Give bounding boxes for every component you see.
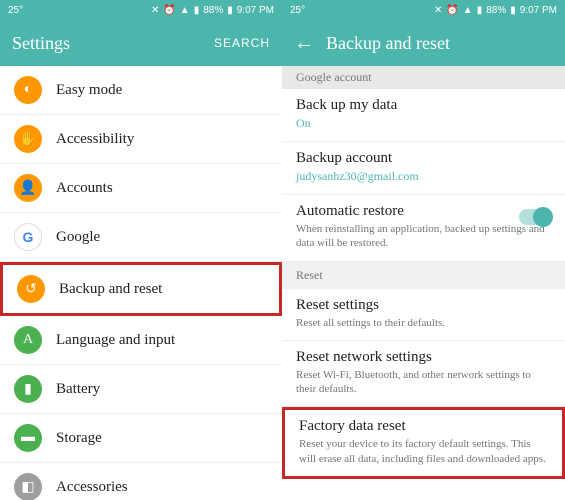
wifi-icon: ▲	[180, 5, 190, 16]
item-label: Storage	[56, 430, 102, 447]
item-label: Backup account	[296, 150, 551, 167]
item-label: Reset network settings	[296, 349, 551, 366]
page-title: Settings	[12, 33, 70, 54]
back-button[interactable]: ←	[294, 32, 314, 55]
item-label: Easy mode	[56, 82, 122, 99]
item-label: Accounts	[56, 180, 113, 197]
settings-header: Settings SEARCH	[0, 20, 282, 66]
accessibility-icon: ✋	[14, 125, 42, 153]
automatic-restore-toggle[interactable]	[519, 209, 551, 225]
item-label: Accessories	[56, 479, 128, 496]
settings-item-battery[interactable]: ▮ Battery	[0, 365, 282, 414]
google-account-subheader: Google account	[282, 66, 565, 89]
reset-settings-item[interactable]: Reset settings Reset all settings to the…	[282, 289, 565, 341]
page-title: Backup and reset	[326, 33, 450, 54]
settings-list: ◐ Easy mode ✋ Accessibility 👤 Accounts G…	[0, 66, 282, 500]
wifi-icon: ▲	[463, 5, 473, 16]
easy-mode-icon: ◐	[14, 76, 42, 104]
item-label: Reset settings	[296, 297, 551, 314]
settings-item-easy-mode[interactable]: ◐ Easy mode	[0, 66, 282, 115]
temp-indicator: 25°	[290, 5, 305, 16]
backup-account-item[interactable]: Backup account judysanhz30@gmail.com	[282, 142, 565, 195]
settings-item-backup-reset[interactable]: ↺ Backup and reset	[0, 262, 282, 316]
battery-icon: ▮	[227, 5, 233, 16]
storage-icon: ▬	[14, 424, 42, 452]
item-sub: Reset Wi-Fi, Bluetooth, and other networ…	[296, 368, 551, 397]
item-sub: Reset all settings to their defaults.	[296, 316, 551, 330]
item-label: Accessibility	[56, 131, 134, 148]
backup-list: Back up my data On Backup account judysa…	[282, 89, 565, 500]
reset-section-header: Reset	[282, 262, 565, 289]
settings-item-language[interactable]: A Language and input	[0, 316, 282, 365]
backup-icon: ↺	[17, 275, 45, 303]
accessories-icon: ◧	[14, 473, 42, 500]
signal-icon: ▮	[194, 5, 200, 16]
item-label: Automatic restore	[296, 203, 551, 220]
settings-item-accessibility[interactable]: ✋ Accessibility	[0, 115, 282, 164]
status-bar: 25° ✕ ⏰ ▲ ▮ 88% ▮ 9:07 PM	[0, 0, 282, 20]
factory-data-reset-item[interactable]: Factory data reset Reset your device to …	[282, 407, 565, 479]
battery-pct: 88%	[203, 5, 223, 16]
signal-icon: ▮	[477, 5, 483, 16]
automatic-restore-item[interactable]: Automatic restore When reinstalling an a…	[282, 195, 565, 262]
clock: 9:07 PM	[237, 5, 274, 16]
reset-network-item[interactable]: Reset network settings Reset Wi-Fi, Blue…	[282, 341, 565, 408]
item-label: Back up my data	[296, 97, 551, 114]
item-sub: When reinstalling an application, backed…	[296, 222, 551, 251]
status-bar: 25° ✕ ⏰ ▲ ▮ 88% ▮ 9:07 PM	[282, 0, 565, 20]
battery-icon: ▮	[14, 375, 42, 403]
item-label: Language and input	[56, 332, 175, 349]
alarm-icon: ⏰	[446, 5, 458, 16]
mute-icon: ✕	[151, 5, 159, 16]
alarm-icon: ⏰	[163, 5, 175, 16]
clock: 9:07 PM	[520, 5, 557, 16]
item-label: Google	[56, 229, 100, 246]
backup-reset-panel: 25° ✕ ⏰ ▲ ▮ 88% ▮ 9:07 PM ← Backup and r…	[282, 0, 565, 500]
settings-item-storage[interactable]: ▬ Storage	[0, 414, 282, 463]
battery-icon: ▮	[510, 5, 516, 16]
mute-icon: ✕	[434, 5, 442, 16]
item-label: Factory data reset	[299, 418, 548, 435]
temp-indicator: 25°	[8, 5, 23, 16]
item-sub: Reset your device to its factory default…	[299, 437, 548, 466]
backup-my-data-item[interactable]: Back up my data On	[282, 89, 565, 142]
backup-header: ← Backup and reset	[282, 20, 565, 66]
item-value: judysanhz30@gmail.com	[296, 169, 551, 184]
accounts-icon: 👤	[14, 174, 42, 202]
settings-item-google[interactable]: G Google	[0, 213, 282, 262]
settings-panel: 25° ✕ ⏰ ▲ ▮ 88% ▮ 9:07 PM Settings SEARC…	[0, 0, 282, 500]
language-icon: A	[14, 326, 42, 354]
battery-pct: 88%	[486, 5, 506, 16]
item-label: Backup and reset	[59, 281, 162, 298]
google-icon: G	[14, 223, 42, 251]
item-value: On	[296, 116, 551, 131]
settings-item-accounts[interactable]: 👤 Accounts	[0, 164, 282, 213]
item-label: Battery	[56, 381, 100, 398]
search-button[interactable]: SEARCH	[214, 36, 270, 50]
settings-item-accessories[interactable]: ◧ Accessories	[0, 463, 282, 500]
